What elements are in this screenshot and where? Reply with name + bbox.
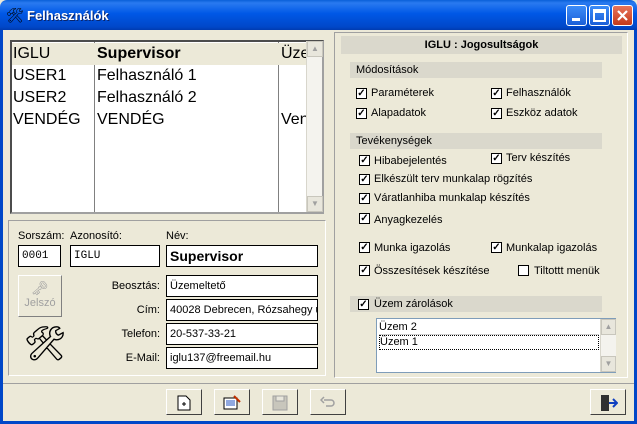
scroll-down-icon[interactable]: ▼ [601,356,616,372]
key-icon: 🗝 [31,280,49,296]
azonosito-label: Azonosító: [70,230,122,242]
telefon-label: Telefon: [121,328,160,340]
user-role [280,65,309,87]
tevekenysegek-section: Tevékenységek [350,133,602,149]
user-role [280,87,309,109]
close-button[interactable] [612,5,633,26]
email-label: E-Mail: [125,352,160,364]
user-name: Supervisor [97,45,181,62]
undo-icon [319,396,335,407]
checkbox-elkeszult-terv[interactable]: ✓ [359,174,370,185]
checkbox-label: Eszköz adatok [506,107,578,119]
scroll-up-icon[interactable]: ▲ [601,319,616,335]
nev-field[interactable]: Supervisor [166,245,318,267]
tools-icon: 🛠 [6,7,24,23]
save-button[interactable] [262,389,298,415]
checkbox-label: Elkészült terv munkalap rögzítés [374,173,533,185]
user-code: USER2 [13,89,67,106]
list-item[interactable]: Üzem 1 [379,335,599,350]
list-item[interactable]: USER2 Felhasználó 2 [12,87,308,109]
email-field[interactable]: iglu137@freemail.hu [166,347,318,369]
minimize-button[interactable] [566,5,587,26]
checkbox-hibabejelentes[interactable]: ✓ [359,155,370,166]
checkbox-uzem-zarolasok[interactable]: ✓ [358,299,369,310]
checkbox-label: Tiltottt menük [534,265,600,277]
undo-button[interactable] [310,389,346,415]
checkbox-varatlanhiba[interactable]: ✓ [359,193,370,204]
checkbox-label: Felhasználók [506,87,571,99]
checkbox-label: Terv készítés [506,152,571,164]
checkbox-alapadatok[interactable]: ✓ [356,108,367,119]
edit-button[interactable] [214,389,250,415]
uzem-zarolasok-section: Üzem zárolások [350,296,602,312]
list-item[interactable]: IGLU Supervisor Üze [12,43,309,65]
edit-icon [223,395,241,410]
uzem-list[interactable]: Üzem 2 Üzem 1 ▲ ▼ [376,318,616,373]
checkbox-felhasznalok[interactable]: ✓ [491,88,502,99]
checkbox-parameterek[interactable]: ✓ [356,88,367,99]
users-list-scrollbar[interactable]: ▲ ▼ [306,41,323,212]
checkbox-tiltott-menuk[interactable] [518,265,529,276]
nev-label: Név: [166,230,189,242]
new-button[interactable] [166,389,202,415]
list-item[interactable]: USER1 Felhasználó 1 [12,65,308,87]
user-code: IGLU [13,45,51,62]
checkbox-label: Paraméterek [371,87,434,99]
exit-door-icon [601,395,619,411]
user-code: USER1 [13,67,67,84]
jelszo-button[interactable]: 🗝 Jelszó [18,275,62,317]
close-icon [617,10,628,21]
azonosito-field[interactable]: IGLU [70,245,160,267]
minimize-icon [572,18,580,21]
checkbox-label: Hibabejelentés [374,155,447,167]
users-list[interactable]: IGLU Supervisor Üze USER1 Felhasználó 1 … [10,40,324,214]
user-role: Ven [281,111,309,128]
uzem-list-scrollbar[interactable]: ▲ ▼ [600,319,616,372]
checkbox-label: Váratlanhiba munkalap készítés [374,192,530,204]
cim-label: Cím: [136,304,160,316]
jelszo-label: Jelszó [24,297,56,309]
checkbox-label: Munkalap igazolás [506,242,598,254]
rights-header: IGLU : Jogosultságok [341,36,622,54]
maximize-icon [593,9,606,22]
user-code: VENDÉG [13,111,81,128]
new-document-icon [177,395,191,411]
tools-logo-icon: 🛠 [23,325,67,363]
list-item[interactable]: Üzem 2 [379,321,599,335]
scroll-up-icon[interactable]: ▲ [307,41,323,57]
checkbox-label: Alapadatok [371,107,427,119]
beosztas-label: Beosztás: [111,280,160,292]
sorszam-field: 0001 [18,245,61,267]
checkbox-osszesitesek[interactable]: ✓ [359,265,370,276]
checkbox-anyagkezeles[interactable]: ✓ [359,213,370,224]
modositasok-section: Módosítások [350,62,602,78]
user-role: Üze [281,45,309,62]
scroll-down-icon[interactable]: ▼ [307,196,323,212]
user-name: VENDÉG [97,111,165,128]
list-item[interactable]: VENDÉG VENDÉG Ven [12,109,309,131]
checkbox-label: Összesítések készítése [374,265,490,277]
checkbox-munkalap-igazolas[interactable]: ✓ [491,242,502,253]
user-name: Felhasználó 2 [97,89,197,106]
cim-field[interactable]: 40028 Debrecen, Rózsahegy u [166,299,318,321]
checkbox-label: Anyagkezelés [374,214,443,226]
user-name: Felhasználó 1 [97,67,197,84]
checkbox-eszkoz-adatok[interactable]: ✓ [491,108,502,119]
checkbox-terv-keszites[interactable]: ✓ [491,153,502,164]
exit-button[interactable] [590,389,626,415]
maximize-button[interactable] [589,5,610,26]
save-icon [272,395,288,411]
beosztas-field[interactable]: Üzemeltető [166,275,318,297]
window-title: Felhasználók [27,8,109,23]
telefon-field[interactable]: 20-537-33-21 [166,323,318,345]
checkbox-munka-igazolas[interactable]: ✓ [359,242,370,253]
sorszam-label: Sorszám: [18,230,65,242]
checkbox-label: Munka igazolás [374,242,451,254]
